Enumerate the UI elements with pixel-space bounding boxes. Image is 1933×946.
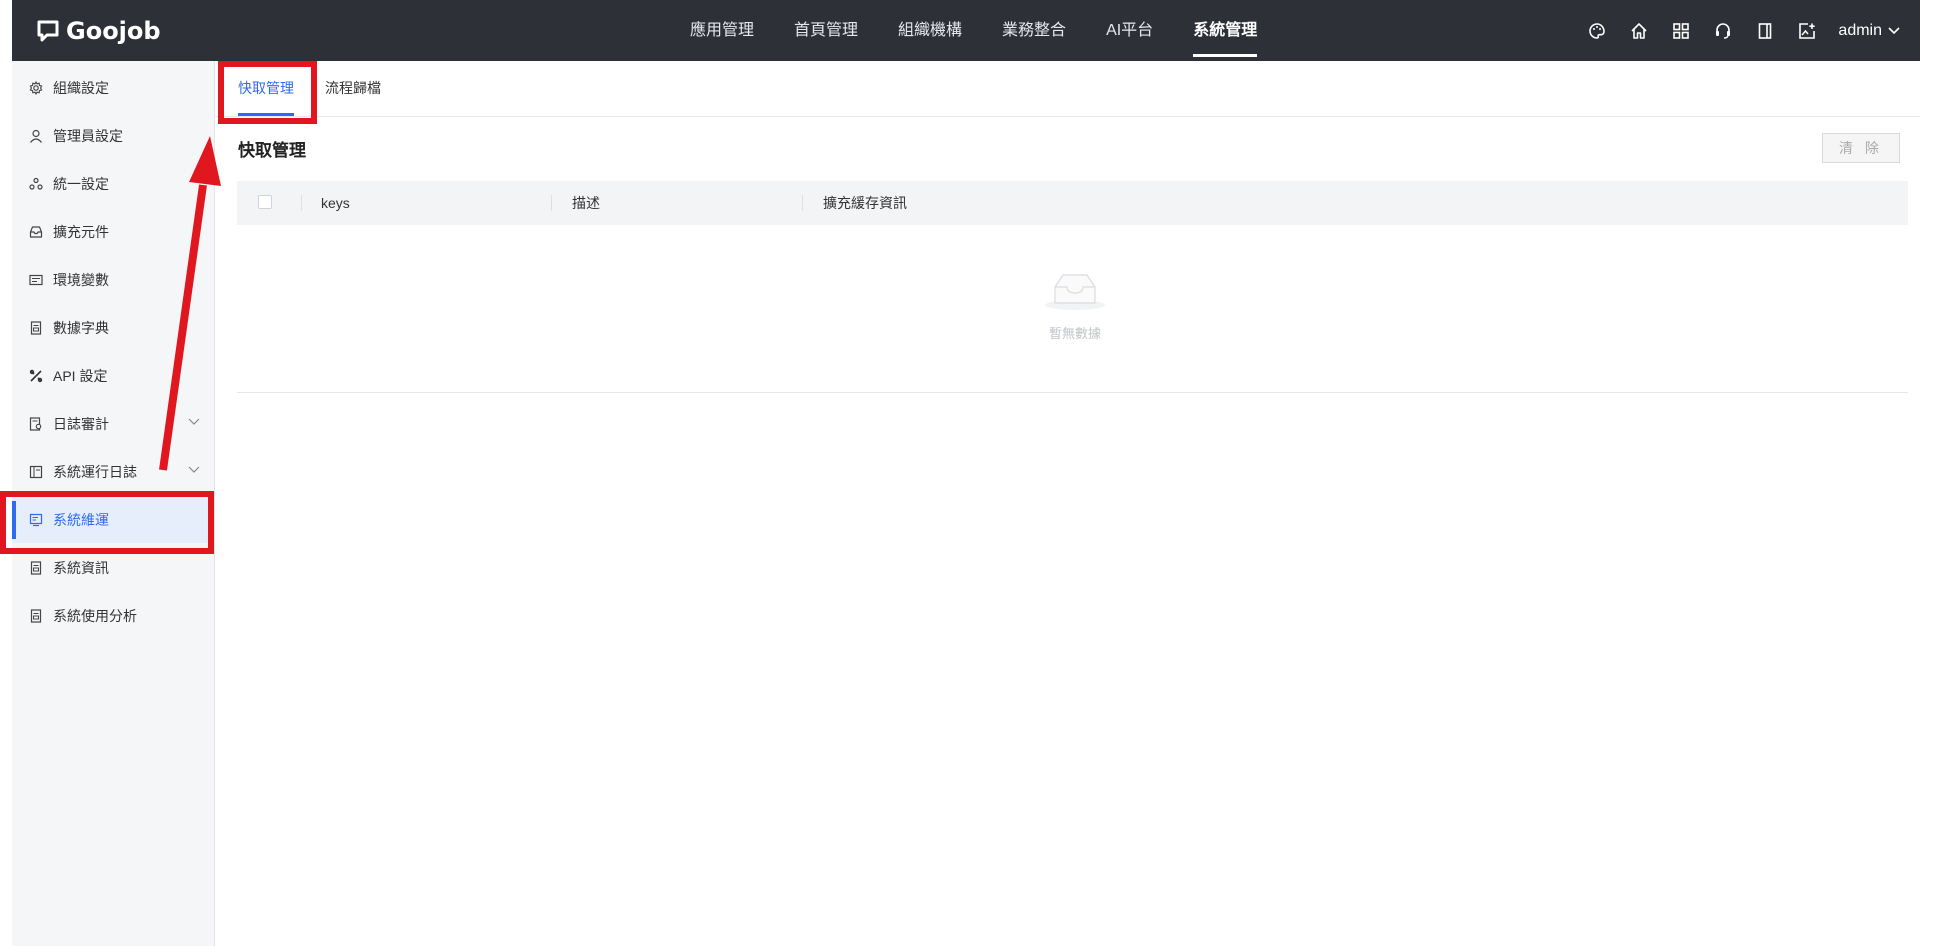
sidebar-item-label: 環境變數 [53, 272, 109, 288]
top-nav-homepage-management[interactable]: 首頁管理 [794, 0, 858, 61]
clear-button[interactable]: 清 除 [1822, 133, 1900, 163]
top-nav-app-management[interactable]: 應用管理 [690, 0, 754, 61]
sidebar-item-label: 管理員設定 [53, 128, 123, 144]
top-toolbar: admin [1566, 0, 1900, 61]
page-title: 快取管理 [238, 141, 306, 160]
brand-logo[interactable]: Goojob [36, 16, 161, 46]
sidebar-item-usage-analysis[interactable]: 系統使用分析 [12, 593, 214, 639]
chevron-down-icon[interactable] [188, 463, 200, 475]
sidebar-item-label: 系統運行日誌 [53, 464, 137, 480]
sidebar-item-api-settings[interactable]: API 設定 [12, 353, 214, 399]
sidebar-item-environment-variables[interactable]: 環境變數 [12, 257, 214, 303]
user-icon [29, 129, 43, 143]
top-nav: 應用管理 首頁管理 組織機構 業務整合 AI平台 系統管理 [690, 0, 1297, 61]
sidebar-item-admin-settings[interactable]: 管理員設定 [12, 113, 214, 159]
log-icon [29, 465, 43, 479]
top-nav-system-management[interactable]: 系統管理 [1193, 0, 1258, 61]
user-menu[interactable]: admin [1838, 22, 1900, 40]
inbox-icon [29, 225, 43, 239]
info-doc-icon [29, 561, 43, 575]
brand-name: Goojob [66, 17, 161, 45]
sidebar-item-organization-settings[interactable]: 組織設定 [12, 65, 214, 111]
column-divider [301, 195, 302, 211]
chevron-down-icon[interactable] [188, 415, 200, 427]
tab-bar: 快取管理 流程歸檔 [215, 61, 1920, 117]
empty-text: 暫無數據 [1048, 326, 1101, 341]
tools-icon [29, 369, 43, 383]
top-nav-organization[interactable]: 組織機構 [898, 0, 962, 61]
terminal-icon [29, 273, 43, 287]
sidebar-item-label: 系統資訊 [53, 560, 109, 576]
annotation-highlight-sidebar-item [0, 491, 214, 554]
sidebar-item-label: 組織設定 [53, 80, 109, 96]
page-edge-right [1920, 0, 1933, 946]
gear-icon [29, 81, 43, 95]
book-icon[interactable] [1754, 20, 1776, 42]
sidebar-item-label: API 設定 [53, 368, 108, 384]
image-edit-icon[interactable] [1796, 20, 1818, 42]
sidebar-item-log-audit[interactable]: 日誌審計 [12, 401, 214, 447]
sidebar-item-label: 統一設定 [53, 176, 109, 192]
support-icon[interactable] [1712, 20, 1734, 42]
column-header-description[interactable]: 描述 [572, 181, 600, 225]
top-bar: Goojob 應用管理 首頁管理 組織機構 業務整合 AI平台 系統管理 adm… [12, 0, 1920, 61]
top-nav-business-integration[interactable]: 業務整合 [1002, 0, 1066, 61]
cache-table: keys 描述 擴充緩存資訊 暫無數據 [237, 181, 1908, 393]
column-divider [551, 195, 552, 211]
sidebar-item-extensions[interactable]: 擴充元件 [12, 209, 214, 255]
table-header: keys 描述 擴充緩存資訊 [237, 181, 1908, 225]
chevron-down-icon [1888, 26, 1900, 34]
palette-icon[interactable] [1586, 20, 1608, 42]
annotation-highlight-tab [218, 61, 317, 124]
document-icon [29, 321, 43, 335]
cycle-icon [29, 177, 43, 191]
sidebar-item-label: 擴充元件 [53, 224, 109, 240]
sidebar-item-label: 日誌審計 [53, 416, 109, 432]
sidebar-item-data-dictionary[interactable]: 數據字典 [12, 305, 214, 351]
table-empty-state: 暫無數據 [237, 225, 1908, 393]
analysis-doc-icon [29, 609, 43, 623]
select-all-checkbox[interactable] [258, 195, 272, 209]
column-header-keys[interactable]: keys [321, 181, 350, 225]
empty-inbox-icon [1045, 274, 1105, 310]
top-nav-ai-platform[interactable]: AI平台 [1106, 0, 1153, 61]
apps-icon[interactable] [1670, 20, 1692, 42]
column-header-extended-cache-info[interactable]: 擴充緩存資訊 [823, 181, 907, 225]
brand-logo-icon [37, 20, 59, 42]
sidebar-item-label: 數據字典 [53, 320, 109, 336]
user-name: admin [1838, 21, 1882, 39]
column-divider [802, 195, 803, 211]
sidebar-item-unified-settings[interactable]: 統一設定 [12, 161, 214, 207]
sidebar-item-system-run-logs[interactable]: 系統運行日誌 [12, 449, 214, 495]
audit-icon [29, 417, 43, 431]
sidebar-item-label: 系統使用分析 [53, 608, 137, 624]
home-icon[interactable] [1628, 20, 1650, 42]
tab-process-archive[interactable]: 流程歸檔 [325, 61, 381, 116]
page-edge-left [0, 0, 12, 946]
